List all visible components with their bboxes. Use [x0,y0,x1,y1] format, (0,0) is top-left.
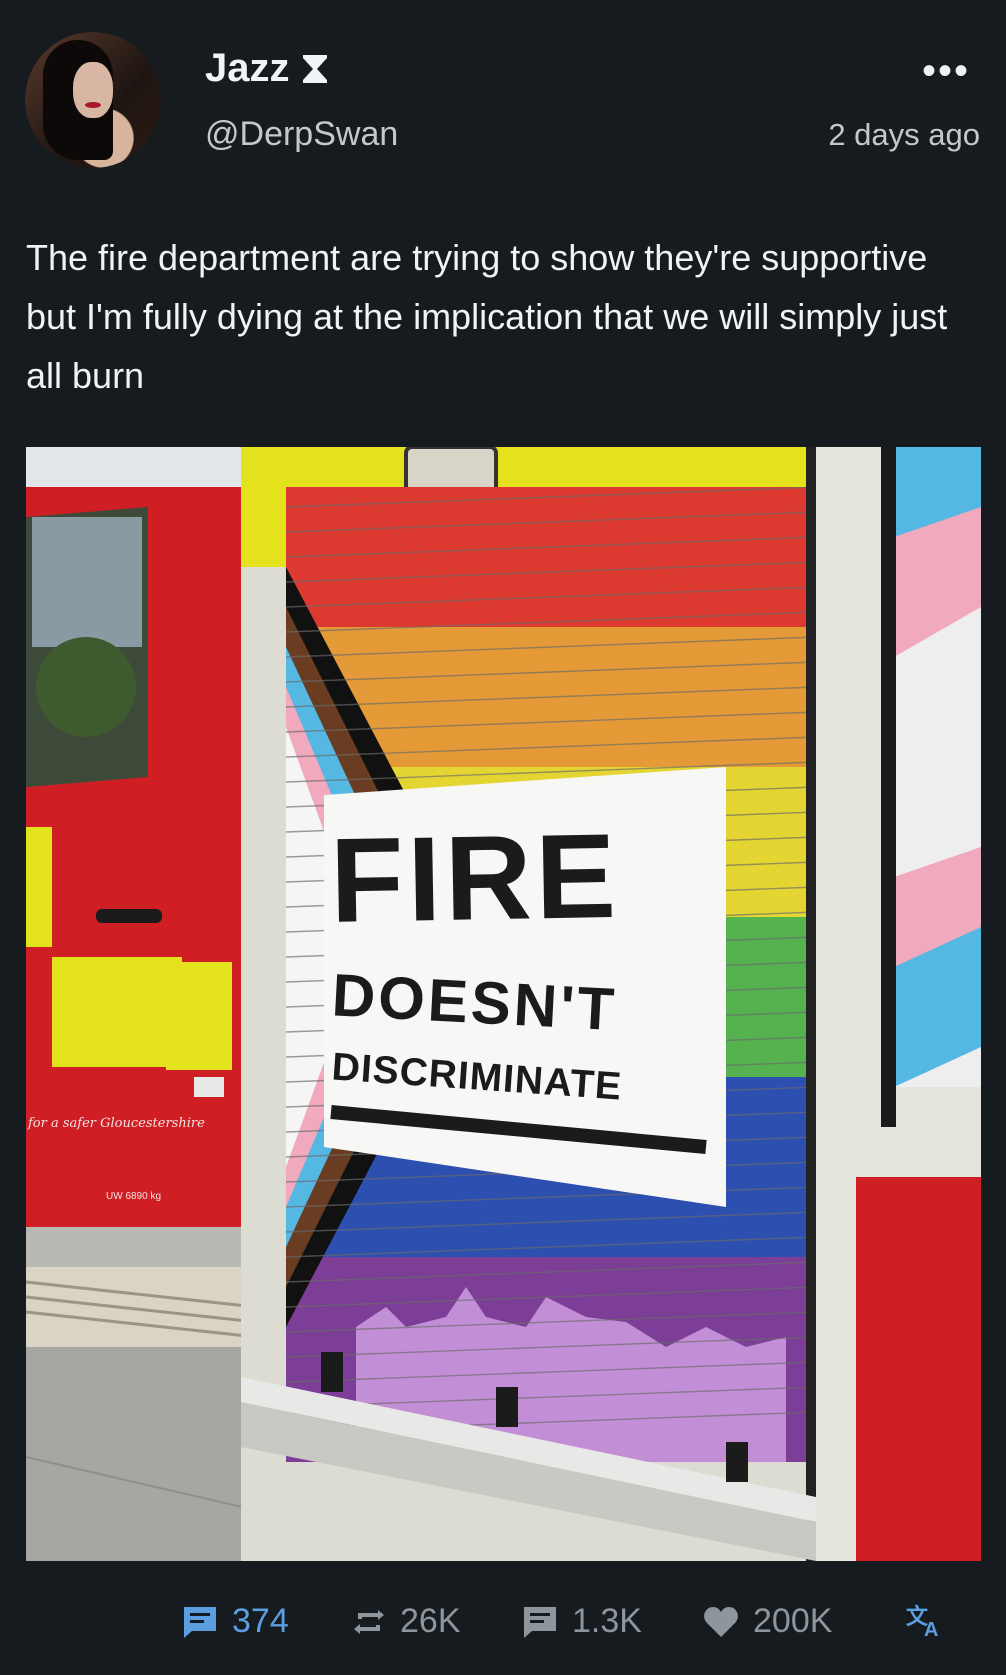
author-handle[interactable]: @DerpSwan [205,115,398,154]
post-header: Jazz @DerpSwan ••• 2 days ago [0,0,1006,190]
quote-button[interactable]: 1.3K [522,1602,642,1641]
hourglass-icon [302,54,327,83]
author-name[interactable]: Jazz [205,46,290,91]
post-image[interactable]: for a safer Gloucestershire UW 6890 kg F… [26,447,981,1561]
translate-icon: 文 A [906,1604,938,1638]
avatar[interactable] [25,32,161,168]
reply-button[interactable]: 374 [182,1602,289,1641]
like-button[interactable]: 200K [703,1602,832,1641]
truck-weight: UW 6890 kg [106,1191,161,1202]
avatar-lips [85,102,101,108]
more-options-icon[interactable]: ••• [922,51,970,91]
reply-icon [184,1606,216,1638]
action-bar: 374 26K 1.3K 200K 文 A [0,1590,1006,1665]
heart-icon [704,1606,738,1637]
post-timestamp[interactable]: 2 days ago [828,117,980,153]
like-count: 200K [753,1602,833,1640]
fire-truck-image: for a safer Gloucestershire UW 6890 kg F… [26,447,981,1561]
quote-icon [524,1606,556,1638]
translate-button[interactable]: 文 A [906,1602,946,1638]
author-name-row[interactable]: Jazz [205,46,328,91]
post-text: The fire department are trying to show t… [26,237,948,396]
truck-slogan: for a safer Gloucestershire [27,1116,205,1131]
reply-count: 374 [232,1602,289,1640]
banner-fire: FIRE [329,809,621,948]
svg-text:A: A [924,1619,938,1638]
boost-icon [354,1609,384,1634]
boost-count: 26K [400,1602,461,1640]
boost-button[interactable]: 26K [352,1602,461,1641]
avatar-face [73,62,113,118]
quote-count: 1.3K [572,1602,642,1640]
